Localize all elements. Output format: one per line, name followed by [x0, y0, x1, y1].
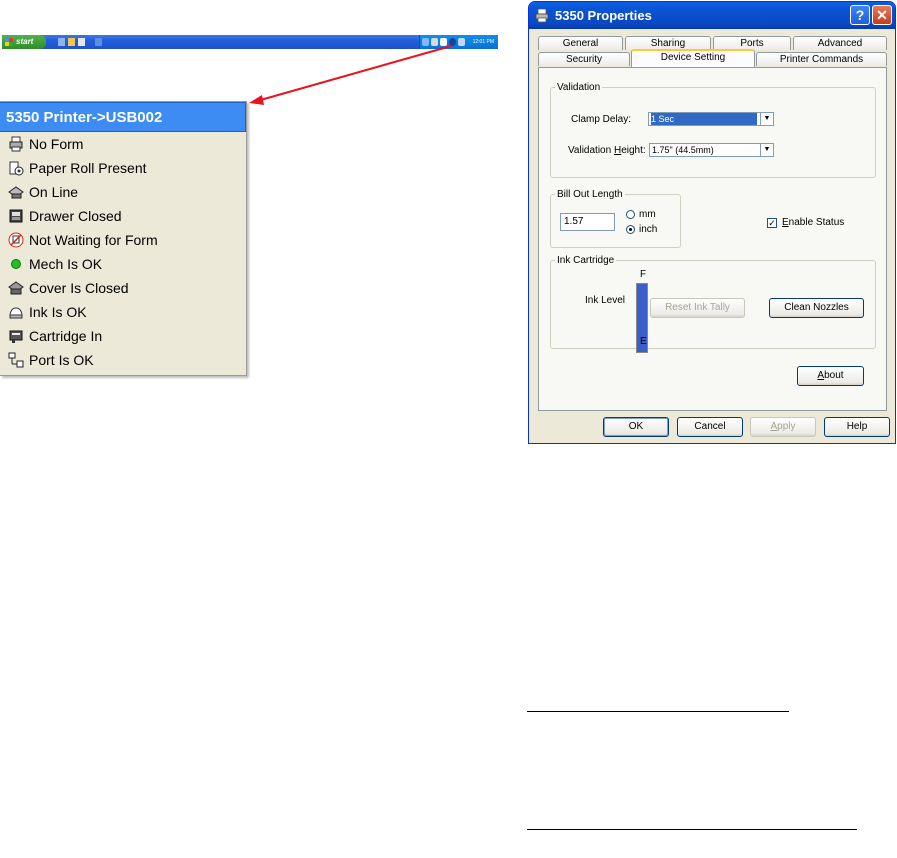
tab-general[interactable]: General	[538, 36, 623, 50]
windows-flag-icon	[5, 38, 13, 46]
status-item: Cover Is Closed	[0, 276, 246, 300]
status-item-label: On Line	[29, 184, 79, 200]
ink-icon	[8, 304, 24, 320]
status-item: On Line	[0, 180, 246, 204]
titlebar-close-button[interactable]: ✕	[872, 5, 892, 25]
system-tray: 12:01 PM	[419, 35, 498, 49]
cancel-button[interactable]: Cancel	[677, 417, 743, 437]
green-dot-icon	[8, 256, 24, 272]
properties-dialog: 5350 Properties ? ✕ General Sharing Port…	[528, 1, 896, 444]
validation-legend: Validation	[557, 82, 601, 93]
blank-line-1	[527, 711, 789, 712]
online-printer-icon	[8, 184, 24, 200]
popup-title: 5350 Printer->USB002	[0, 102, 246, 132]
tab-ports[interactable]: Ports	[713, 36, 791, 50]
unit-inch-label: inch	[639, 224, 658, 235]
port-icon	[8, 352, 24, 368]
printer-icon	[8, 136, 24, 152]
tab-device-setting[interactable]: Device Setting	[631, 49, 755, 67]
tray-printer-status-icon[interactable]	[431, 38, 438, 46]
quicklaunch-folder-icon[interactable]	[68, 38, 75, 46]
start-label: start	[16, 37, 34, 46]
status-item-label: Ink Is OK	[29, 304, 87, 320]
apply-button[interactable]: Apply	[750, 417, 816, 437]
tab-sharing[interactable]: Sharing	[625, 36, 711, 50]
tab-security[interactable]: Security	[538, 52, 630, 66]
enable-status-checkbox[interactable]: ✓	[767, 218, 777, 228]
device-setting-panel: Validation Clamp Delay: 1 Sec ▼ Validati…	[538, 67, 887, 411]
unit-mm-radio[interactable]	[626, 210, 635, 219]
ok-button[interactable]: OK	[603, 417, 669, 437]
status-item: No Form	[0, 132, 246, 156]
dialog-title: 5350 Properties	[555, 8, 652, 23]
quicklaunch-desktop-icon[interactable]	[58, 38, 65, 46]
drawer-icon	[8, 208, 24, 224]
ink-level-label: Ink Level	[585, 295, 626, 306]
status-item-label: Cover Is Closed	[29, 280, 129, 296]
close-icon: ✕	[876, 7, 888, 23]
printer-icon	[535, 8, 550, 28]
validation-height-select[interactable]: 1.75" (44.5mm) ▼	[649, 143, 774, 157]
help-button[interactable]: Help	[824, 417, 890, 437]
quicklaunch-app-icon[interactable]	[95, 38, 102, 46]
validation-height-label: Validation Height:	[568, 145, 646, 156]
clamp-delay-select[interactable]: 1 Sec ▼	[648, 112, 774, 126]
status-item-label: Drawer Closed	[29, 208, 122, 224]
status-item-label: No Form	[29, 136, 84, 152]
taskbar: start 12:01 PM	[2, 35, 498, 49]
status-item-label: Cartridge In	[29, 328, 103, 344]
reset-ink-tally-button[interactable]: Reset Ink Tally	[650, 298, 745, 318]
tray-clock[interactable]: 12:01 PM	[473, 35, 494, 49]
status-list: No Form Paper Roll Present On Line Drawer C…	[0, 132, 246, 372]
paper-roll-icon	[8, 160, 24, 176]
titlebar-help-button[interactable]: ?	[850, 5, 870, 25]
tray-volume-icon[interactable]	[440, 38, 447, 46]
waiting-form-icon	[8, 232, 24, 248]
clamp-delay-label: Clamp Delay:	[571, 114, 632, 125]
tray-network-icon[interactable]	[422, 38, 429, 46]
chevron-down-icon[interactable]: ▼	[760, 113, 773, 125]
status-item: Ink Is OK	[0, 300, 246, 324]
status-item: Drawer Closed	[0, 204, 246, 228]
ink-empty-label: E	[640, 336, 647, 347]
status-item: Cartridge In	[0, 324, 246, 348]
bill-out-length-input[interactable]: 1.57	[560, 213, 615, 231]
ink-full-label: F	[640, 269, 647, 280]
chevron-down-icon[interactable]: ▼	[760, 144, 773, 156]
status-item-label: Mech Is OK	[29, 256, 103, 272]
printer-status-popup: 5350 Printer->USB002 No Form Paper Roll P…	[0, 101, 247, 376]
clamp-delay-value: 1 Sec	[651, 113, 757, 125]
status-item: Mech Is OK	[0, 252, 246, 276]
unit-mm-label: mm	[639, 209, 656, 220]
status-item-label: Port Is OK	[29, 352, 94, 368]
blank-line-2	[527, 829, 857, 830]
tray-shield-icon[interactable]	[449, 38, 456, 46]
about-button[interactable]: About	[797, 366, 864, 386]
validation-height-value: 1.75" (44.5mm)	[652, 145, 714, 155]
clean-nozzles-button[interactable]: Clean Nozzles	[769, 298, 864, 318]
status-item-label: Paper Roll Present	[29, 160, 147, 176]
tray-user-icon[interactable]	[458, 38, 465, 46]
validation-group: Validation	[550, 82, 876, 178]
unit-inch-radio[interactable]	[626, 225, 635, 234]
cover-icon	[8, 280, 24, 296]
tab-printer-commands[interactable]: Printer Commands	[756, 52, 887, 66]
enable-status-label: Enable Status	[782, 217, 845, 228]
status-item: Not Waiting for Form	[0, 228, 246, 252]
start-button[interactable]: start	[2, 35, 46, 49]
ink-cartridge-legend: Ink Cartridge	[557, 255, 615, 266]
status-item: Paper Roll Present	[0, 156, 246, 180]
status-item-label: Not Waiting for Form	[29, 232, 158, 248]
status-item: Port Is OK	[0, 348, 246, 372]
cartridge-icon	[8, 328, 24, 344]
dialog-titlebar[interactable]: 5350 Properties ? ✕	[529, 2, 895, 29]
quicklaunch-window-icon[interactable]	[78, 38, 85, 46]
bill-out-length-legend: Bill Out Length	[557, 189, 623, 200]
tab-advanced[interactable]: Advanced	[793, 36, 887, 50]
